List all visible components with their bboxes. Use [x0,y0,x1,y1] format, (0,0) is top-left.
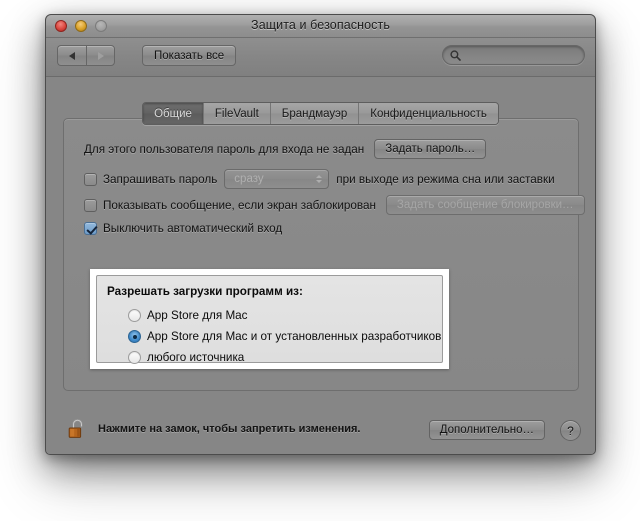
search-icon [450,49,461,61]
password-status-label: Для этого пользователя пароль для входа … [84,142,365,156]
show-all-label: Показать все [154,49,225,62]
password-delay-value: сразу [234,173,264,185]
show-message-label: Показывать сообщение, если экран заблоки… [103,198,376,212]
disable-auto-login-row: Выключить автоматический вход [84,222,282,235]
set-password-label: Задать пароль… [385,143,476,155]
download-sources-title: Разрешать загрузки программ из: [107,285,303,298]
tab-privacy[interactable]: Конфиденциальность [359,103,498,124]
lock-instruction-label: Нажмите на замок, чтобы запретить измене… [98,423,361,435]
window-content: Общие FileVault Брандмауэр Конфиденциаль… [46,77,595,454]
chevron-updown-icon [316,175,323,183]
advanced-button[interactable]: Дополнительно… [428,420,545,440]
help-button[interactable]: ? [560,420,581,441]
tab-firewall-label: Брандмауэр [281,107,348,120]
require-password-label: Запрашивать пароль [103,172,218,186]
radio-app-store-and-identified-developers-label: App Store для Mac и от установленных раз… [147,330,442,343]
advanced-label: Дополнительно… [439,424,534,436]
radio-mac-app-store[interactable]: App Store для Mac [128,309,248,322]
tab-filevault[interactable]: FileVault [203,103,271,124]
set-lock-message-label: Задать сообщение блокировки… [396,199,574,211]
tab-general[interactable]: Общие [143,103,204,124]
require-password-suffix: при выходе из режима сна или заставки [336,172,555,186]
tab-general-label: Общие [154,107,192,120]
navigation-button-group [57,45,115,66]
password-delay-select[interactable]: сразу [224,169,330,189]
window-toolbar: Показать все [46,38,595,77]
show-message-row: Показывать сообщение, если экран заблоки… [84,195,585,215]
window-title: Защита и безопасность [251,18,390,32]
radio-mac-app-store-label: App Store для Mac [147,309,248,322]
disable-auto-login-checkbox[interactable] [84,222,97,235]
tab-privacy-label: Конфиденциальность [370,107,487,120]
tab-filevault-label: FileVault [214,107,259,120]
require-password-row: Запрашивать пароль сразу при выходе из р… [84,169,555,189]
help-label: ? [567,423,574,438]
show-message-checkbox[interactable] [84,198,97,212]
set-lock-message-button: Задать сообщение блокировки… [385,195,585,215]
general-settings-pane: Для этого пользователя пароль для входа … [63,118,585,391]
search-input[interactable] [461,47,595,63]
radio-anywhere-indicator[interactable] [128,351,141,364]
download-sources-highlight: Разрешать загрузки программ из: App Stor… [90,269,449,369]
tab-firewall[interactable]: Брандмауэр [270,103,360,124]
window-titlebar: Защита и безопасность [46,15,595,38]
download-sources-group: Разрешать загрузки программ из: App Stor… [96,275,443,364]
search-field[interactable] [442,45,595,65]
open-padlock-icon[interactable] [68,417,90,441]
chevron-right-icon [97,51,104,60]
radio-app-store-and-identified-developers-indicator[interactable] [128,330,141,343]
forward-button [86,45,115,66]
system-preferences-window: Защита и безопасность Показать все Общие… [45,14,596,455]
password-status-row: Для этого пользователя пароль для входа … [84,139,487,159]
chevron-left-icon [69,51,75,60]
require-password-checkbox[interactable] [84,172,97,186]
radio-app-store-and-identified-developers[interactable]: App Store для Mac и от установленных раз… [128,330,441,343]
show-all-button[interactable]: Показать все [142,45,237,66]
radio-mac-app-store-indicator[interactable] [128,309,141,322]
radio-anywhere-label: любого источника [147,351,245,364]
set-password-button[interactable]: Задать пароль… [374,139,487,159]
back-button[interactable] [57,45,86,66]
lock-row[interactable]: Нажмите на замок, чтобы запретить измене… [68,417,361,441]
tab-bar: Общие FileVault Брандмауэр Конфиденциаль… [46,102,595,125]
disable-auto-login-label: Выключить автоматический вход [103,222,283,235]
radio-anywhere[interactable]: любого источника [128,351,244,364]
